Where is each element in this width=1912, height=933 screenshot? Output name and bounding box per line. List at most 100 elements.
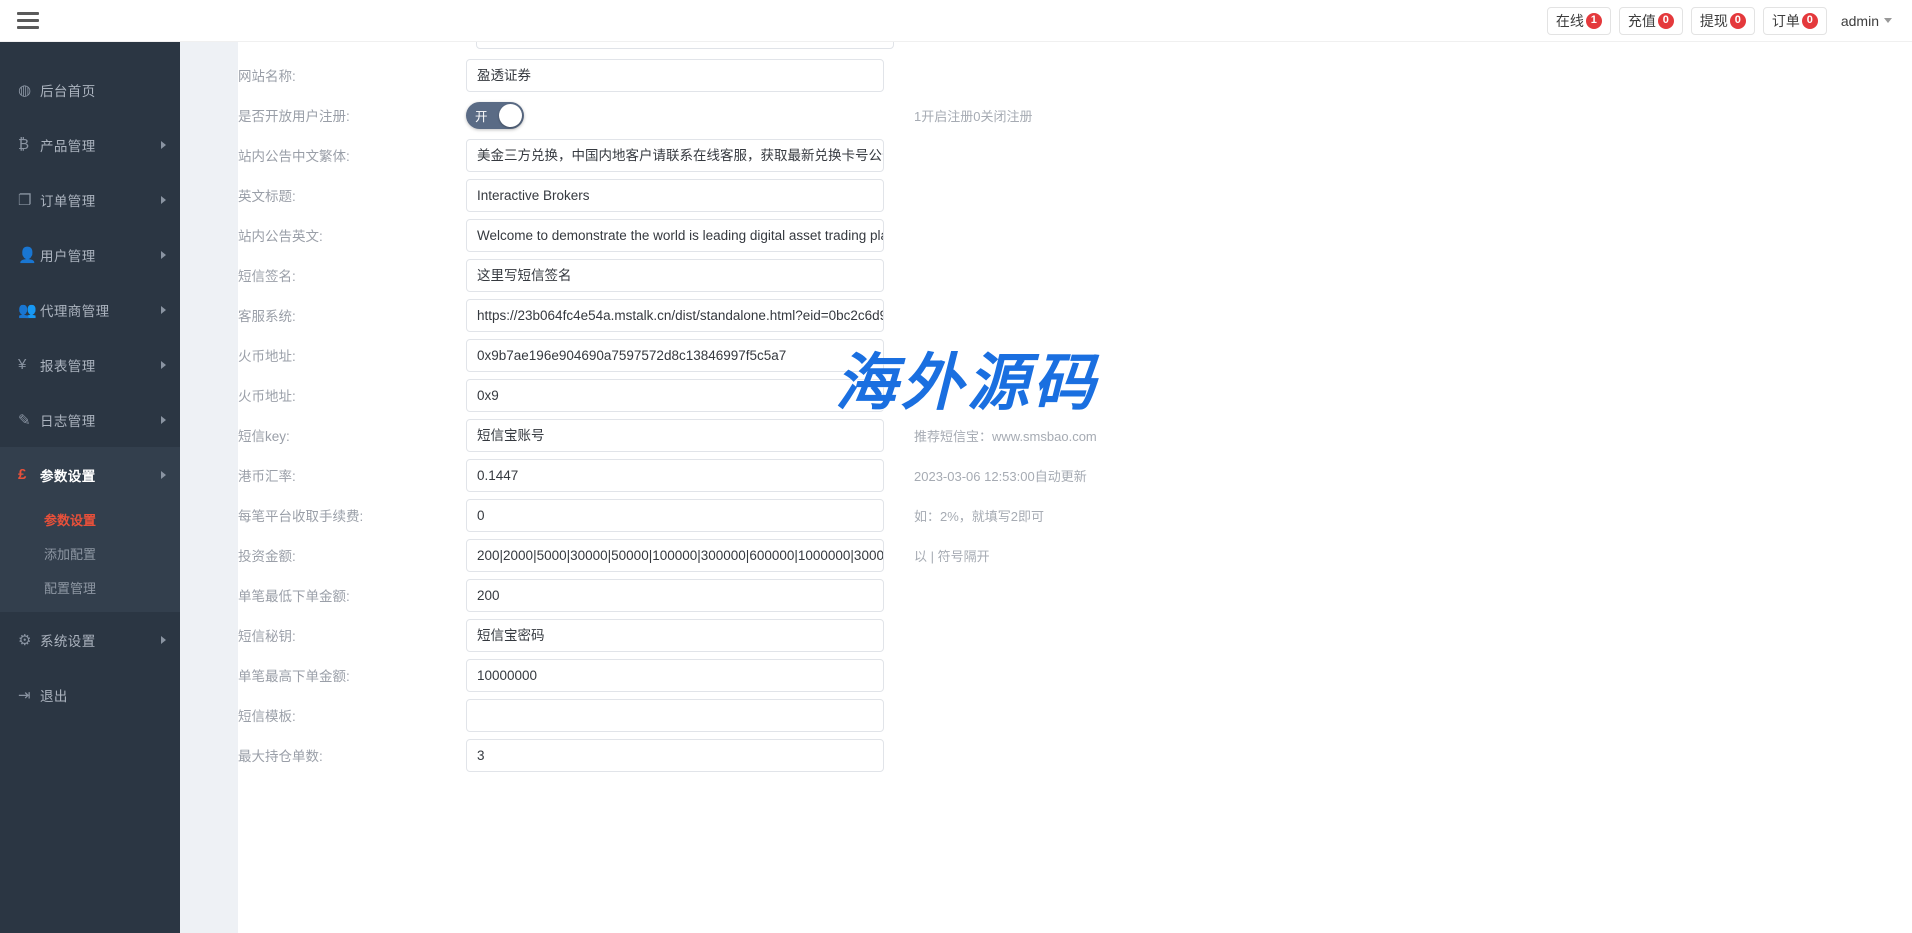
stat-order-label: 订单 [1771, 12, 1800, 29]
form-text-input[interactable]: 美金三方兑换，中国内地客户请联系在线客服，获取最新兑换卡号公告：晚上十 [466, 138, 884, 172]
sidebar-item-label: 参数设置 [40, 468, 96, 484]
form-field-control: Welcome to demonstrate the world is lead… [466, 218, 884, 252]
sidebar-item-users[interactable]: 👤 用户管理 [0, 227, 180, 282]
form-text-input[interactable]: 200 [466, 578, 884, 612]
chevron-right-icon [161, 470, 166, 479]
form-field-label: 每笔平台收取手续费: [238, 509, 364, 524]
stat-recharge-button[interactable]: 充值 0 [1618, 6, 1683, 35]
sidebar-item-reports[interactable]: ¥ 报表管理 [0, 337, 180, 392]
form-text-input[interactable]: 盈透证券 [466, 58, 884, 92]
sidebar-item-label: 用户管理 [40, 248, 96, 264]
form-field-help: 以 | 符号隔开 [914, 548, 990, 564]
form-text-input[interactable]: 0x9b7ae196e904690a7597572d8c13846997f5c5… [466, 338, 884, 372]
toggle-state-label: 开 [475, 109, 488, 124]
toggle-knob[interactable] [499, 103, 522, 127]
sidebar-item-products[interactable]: ₿ 产品管理 [0, 117, 180, 172]
form-row: 网站名称: 盈透证券 [238, 55, 1272, 95]
sidebar-item-logs[interactable]: ✎ 日志管理 [0, 392, 180, 447]
sidebar-menu: ◍ 后台首页 ₿ 产品管理 ❐ 订单管理 👤 用户管理 👥 代理商管理 ¥ 报表… [0, 42, 180, 722]
form-field-control: 美金三方兑换，中国内地客户请联系在线客服，获取最新兑换卡号公告：晚上十 [466, 138, 884, 172]
stat-online-badge: 1 [1585, 12, 1602, 29]
chevron-right-icon [161, 415, 166, 424]
form-row: 短信模板: [238, 695, 1272, 735]
stat-online-button[interactable]: 在线 1 [1546, 6, 1611, 35]
chevron-right-icon [161, 195, 166, 204]
form-row: 最大持仓单数: 3 [238, 735, 1272, 775]
sidebar-item-orders[interactable]: ❐ 订单管理 [0, 172, 180, 227]
form-field-control: 盈透证券 [466, 58, 884, 92]
sidebar-item-label: 产品管理 [40, 138, 96, 154]
form-text-input[interactable]: 0 [466, 498, 884, 532]
form-field-label: 站内公告中文繁体: [238, 149, 350, 164]
sidebar-item-label: 后台首页 [40, 83, 96, 99]
chevron-right-icon [161, 360, 166, 369]
form-field-control: 短信宝账号 [466, 418, 884, 452]
form-field-control [466, 698, 884, 732]
form-text-input[interactable]: 0.1447 [466, 458, 884, 492]
content-area: 网站名称: 盈透证券 是否开放用户注册: 开 1开启注册0关闭注册 站内公告中文繁体: 美金… [180, 42, 1912, 933]
register-toggle-switch[interactable]: 开 [466, 101, 524, 129]
stat-online-label: 在线 [1555, 12, 1584, 29]
parameter-settings-form: 网站名称: 盈透证券 是否开放用户注册: 开 1开启注册0关闭注册 站内公告中文繁体: 美金… [238, 42, 1272, 775]
sidebar-subitem-param-settings[interactable]: 参数设置 [0, 502, 180, 536]
form-text-input[interactable]: 短信宝账号 [466, 418, 884, 452]
sidebar-item-label: 退出 [40, 688, 68, 704]
form-field-label: 客服系统: [238, 309, 296, 324]
form-text-input[interactable]: 短信宝密码 [466, 618, 884, 652]
form-text-input[interactable]: 200|2000|5000|30000|50000|100000|300000|… [466, 538, 884, 572]
form-field-control: 200|2000|5000|30000|50000|100000|300000|… [466, 538, 884, 572]
form-text-input[interactable]: 这里写短信签名 [466, 258, 884, 292]
sidebar-item-label: 代理商管理 [40, 303, 110, 319]
chevron-right-icon [161, 250, 166, 259]
form-row: 是否开放用户注册: 开 1开启注册0关闭注册 [238, 95, 1272, 135]
scrolled-input-top[interactable] [476, 42, 894, 49]
sidebar-item-params[interactable]: £ 参数设置 [0, 447, 180, 502]
form-field-control: 0 [466, 498, 884, 532]
sidebar: ◍ 后台首页 ₿ 产品管理 ❐ 订单管理 👤 用户管理 👥 代理商管理 ¥ 报表… [0, 42, 180, 933]
admin-username: admin [1840, 12, 1879, 29]
form-text-input[interactable]: Welcome to demonstrate the world is lead… [466, 218, 884, 252]
stat-recharge-badge: 0 [1657, 12, 1674, 29]
form-text-input[interactable] [466, 698, 884, 732]
form-row: 投资金额: 200|2000|5000|30000|50000|100000|30… [238, 535, 1272, 575]
sidebar-submenu-params: 参数设置 添加配置 配置管理 [0, 502, 180, 612]
admin-menu-button[interactable]: admin [1835, 9, 1898, 33]
yen-icon: ¥ [18, 356, 27, 373]
chevron-right-icon [161, 635, 166, 644]
sidebar-item-dashboard[interactable]: ◍ 后台首页 [0, 62, 180, 117]
form-text-input[interactable]: 0x9 [466, 378, 884, 412]
sidebar-item-system-settings[interactable]: ⚙ 系统设置 [0, 612, 180, 667]
form-field-label: 英文标题: [238, 189, 296, 204]
form-field-control: 200 [466, 578, 884, 612]
stat-withdraw-button[interactable]: 提现 0 [1690, 6, 1755, 35]
form-field-label: 最大持仓单数: [238, 749, 323, 764]
form-row: 单笔最低下单金额: 200 [238, 575, 1272, 615]
form-text-input[interactable]: 3 [466, 738, 884, 772]
form-field-control: 开 [466, 101, 884, 129]
hamburger-bar [17, 26, 39, 29]
form-text-input[interactable]: 10000000 [466, 658, 884, 692]
users-icon: 👥 [18, 301, 37, 319]
hamburger-bar [17, 12, 39, 15]
form-row: 客服系统: https://23b064fc4e54a.mstalk.cn/dis… [238, 295, 1272, 335]
form-field-label: 短信秘钥: [238, 629, 296, 644]
sidebar-item-logout[interactable]: ⇥ 退出 [0, 667, 180, 722]
form-field-control: 短信宝密码 [466, 618, 884, 652]
sidebar-subitem-add-config[interactable]: 添加配置 [0, 536, 180, 570]
content-right-blank [1272, 42, 1912, 933]
form-field-label: 火币地址: [238, 349, 296, 364]
form-text-input[interactable]: https://23b064fc4e54a.mstalk.cn/dist/sta… [466, 298, 884, 332]
stat-recharge-label: 充值 [1627, 12, 1656, 29]
sidebar-item-agents[interactable]: 👥 代理商管理 [0, 282, 180, 337]
form-field-label: 港币汇率: [238, 469, 296, 484]
hamburger-icon[interactable] [0, 0, 56, 42]
form-row: 每笔平台收取手续费: 0 如：2%，就填写2即可 [238, 495, 1272, 535]
sidebar-subitem-config-manage[interactable]: 配置管理 [0, 570, 180, 604]
sidebar-item-label: 报表管理 [40, 358, 96, 374]
form-text-input[interactable]: Interactive Brokers [466, 178, 884, 212]
chevron-right-icon [161, 140, 166, 149]
form-row: 站内公告英文: Welcome to demonstrate the world … [238, 215, 1272, 255]
form-field-help: 1开启注册0关闭注册 [914, 108, 1033, 124]
stat-order-button[interactable]: 订单 0 [1762, 6, 1827, 35]
form-row: 单笔最高下单金额: 10000000 [238, 655, 1272, 695]
